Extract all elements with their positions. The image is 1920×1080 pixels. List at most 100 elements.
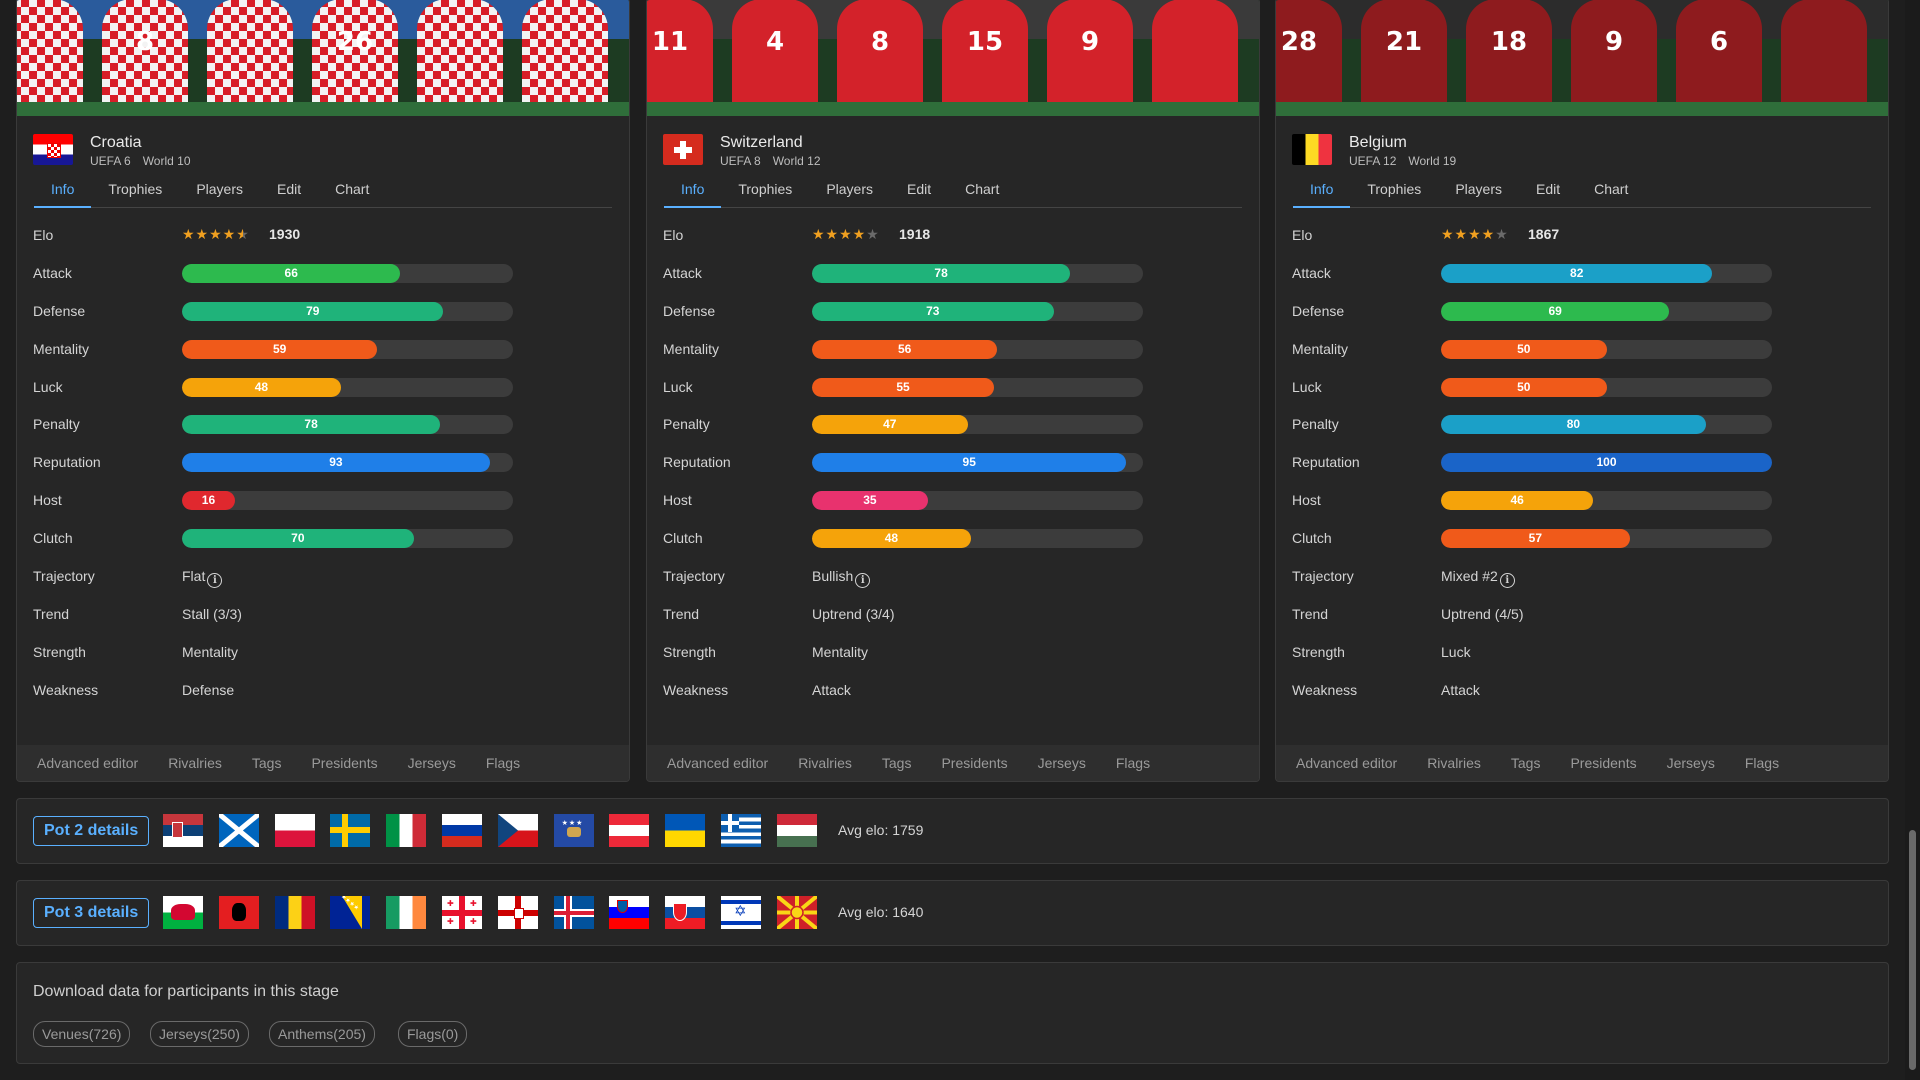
north-macedonia-flag-icon[interactable] (776, 896, 817, 929)
download-title: Download data for participants in this s… (33, 983, 339, 1000)
tab-info[interactable]: Info (1293, 174, 1351, 208)
scrollbar-thumb[interactable] (1909, 830, 1916, 1070)
tab-edit[interactable]: Edit (1519, 174, 1577, 207)
footer-link-rivalries[interactable]: Rivalries (1427, 755, 1481, 771)
stat-bar-track: 95 (812, 453, 1143, 473)
footer-link-advanced-editor[interactable]: Advanced editor (1296, 755, 1397, 771)
strength-row: Strength Luck (1276, 635, 1888, 673)
tab-trophies[interactable]: Trophies (721, 174, 809, 207)
stat-bar-fill: 93 (182, 453, 490, 473)
tab-chart[interactable]: Chart (318, 174, 386, 207)
footer-link-advanced-editor[interactable]: Advanced editor (37, 755, 138, 771)
tab-trophies[interactable]: Trophies (91, 174, 179, 207)
serbia-flag-icon[interactable] (163, 814, 203, 847)
georgia-flag-icon[interactable]: ✚ ✚ ✚ ✚ (442, 896, 482, 929)
trend-label: Trend (1292, 605, 1329, 622)
strength-value: Mentality (182, 643, 239, 660)
stat-row-mentality: Mentality 50 (1276, 332, 1888, 370)
czechia-flag-icon[interactable] (497, 814, 538, 847)
tab-players[interactable]: Players (1438, 174, 1519, 207)
slovakia-flag-icon[interactable] (665, 896, 706, 929)
israel-flag-icon[interactable]: ✡ (721, 896, 761, 929)
stat-bar-track: 78 (182, 415, 513, 435)
ukraine-flag-icon[interactable] (665, 814, 706, 847)
italy-flag-icon[interactable] (386, 814, 427, 847)
tab-players[interactable]: Players (809, 174, 890, 207)
stat-bar-track: 73 (812, 301, 1143, 321)
tab-edit[interactable]: Edit (890, 174, 948, 207)
tab-trophies[interactable]: Trophies (1350, 174, 1438, 207)
stat-row-penalty: Penalty 78 (17, 407, 629, 445)
weakness-label: Weakness (663, 681, 729, 698)
stat-label: Defense (1292, 302, 1345, 319)
northern-ireland-flag-icon[interactable] (497, 896, 538, 929)
elo-label: Elo (33, 227, 54, 243)
stat-bar-fill: 48 (182, 377, 341, 397)
greece-flag-icon[interactable] (721, 814, 761, 847)
stat-bar-fill: 16 (182, 491, 235, 511)
tab-edit[interactable]: Edit (260, 174, 318, 207)
stat-bar-fill: 47 (812, 415, 968, 435)
info-icon[interactable]: i (1499, 573, 1515, 589)
footer-link-tags[interactable]: Tags (1511, 755, 1541, 771)
poland-flag-icon[interactable] (274, 814, 315, 847)
flags-chip[interactable]: Flags(0) (398, 1021, 468, 1047)
jerseys-chip[interactable]: Jerseys(250) (150, 1021, 249, 1047)
pot-2-details-button[interactable]: Pot 2 details (33, 816, 150, 846)
scotland-flag-icon[interactable] (218, 814, 259, 847)
tab-chart[interactable]: Chart (948, 174, 1016, 207)
footer-link-tags[interactable]: Tags (252, 755, 282, 771)
bosnia-flag-icon[interactable]: ★★★★★ (330, 896, 371, 929)
slovenia-flag-icon[interactable] (609, 896, 650, 929)
stat-label: Luck (663, 378, 693, 395)
iceland-flag-icon[interactable] (553, 896, 594, 929)
vertical-scrollbar[interactable] (1905, 0, 1920, 1080)
pot-2-panel: Pot 2 details ★★★ Avg elo: 1759 (16, 798, 1889, 864)
strength-row: Strength Mentality (17, 635, 629, 673)
weakness-label: Weakness (1292, 681, 1358, 698)
footer-link-tags[interactable]: Tags (882, 755, 912, 771)
info-icon[interactable]: i (855, 573, 871, 589)
ireland-flag-icon[interactable] (386, 896, 427, 929)
footer-link-jerseys[interactable]: Jerseys (1038, 755, 1086, 771)
stat-label: Mentality (1292, 340, 1349, 357)
romania-flag-icon[interactable] (274, 896, 315, 929)
russia-flag-icon[interactable] (442, 814, 482, 847)
stat-label: Luck (33, 378, 63, 395)
sweden-flag-icon[interactable] (330, 814, 371, 847)
trajectory-label: Trajectory (33, 568, 95, 585)
footer-link-flags[interactable]: Flags (1745, 755, 1779, 771)
venues-chip[interactable]: Venues(726) (33, 1021, 131, 1047)
footer-link-jerseys[interactable]: Jerseys (408, 755, 456, 771)
albania-flag-icon[interactable] (218, 896, 259, 929)
pot-2-avg-elo: Avg elo: 1759 (838, 822, 924, 838)
stat-bar-track: 57 (1441, 529, 1772, 549)
trend-label: Trend (663, 605, 700, 622)
tab-players[interactable]: Players (179, 174, 260, 207)
austria-flag-icon[interactable] (609, 814, 650, 847)
tab-info[interactable]: Info (34, 174, 92, 208)
stat-rows: Elo ★★★★★ 1918 Attack 78 Defense 73 Mentali… (647, 218, 1259, 711)
footer-link-flags[interactable]: Flags (486, 755, 520, 771)
hungary-flag-icon[interactable] (776, 814, 817, 847)
tab-chart[interactable]: Chart (1577, 174, 1645, 207)
footer-link-advanced-editor[interactable]: Advanced editor (667, 755, 768, 771)
footer-link-presidents[interactable]: Presidents (941, 755, 1007, 771)
footer-link-flags[interactable]: Flags (1116, 755, 1150, 771)
footer-link-presidents[interactable]: Presidents (311, 755, 377, 771)
info-icon[interactable]: i (207, 573, 223, 589)
pot-3-details-button[interactable]: Pot 3 details (33, 898, 150, 928)
footer-link-jerseys[interactable]: Jerseys (1667, 755, 1715, 771)
weakness-label: Weakness (33, 681, 99, 698)
anthems-chip[interactable]: Anthems(205) (269, 1021, 375, 1047)
tab-info[interactable]: Info (664, 174, 722, 208)
elo-row: Elo ★★★★★ 1918 (647, 218, 1259, 256)
kosovo-flag-icon[interactable]: ★★★ (553, 814, 594, 847)
footer-link-rivalries[interactable]: Rivalries (168, 755, 222, 771)
footer-link-rivalries[interactable]: Rivalries (798, 755, 852, 771)
trend-row: Trend Stall (3/3) (17, 597, 629, 635)
footer-link-presidents[interactable]: Presidents (1570, 755, 1636, 771)
stat-row-clutch: Clutch 57 (1276, 521, 1888, 559)
stat-bar-fill: 73 (812, 301, 1054, 321)
wales-flag-icon[interactable] (163, 896, 203, 929)
